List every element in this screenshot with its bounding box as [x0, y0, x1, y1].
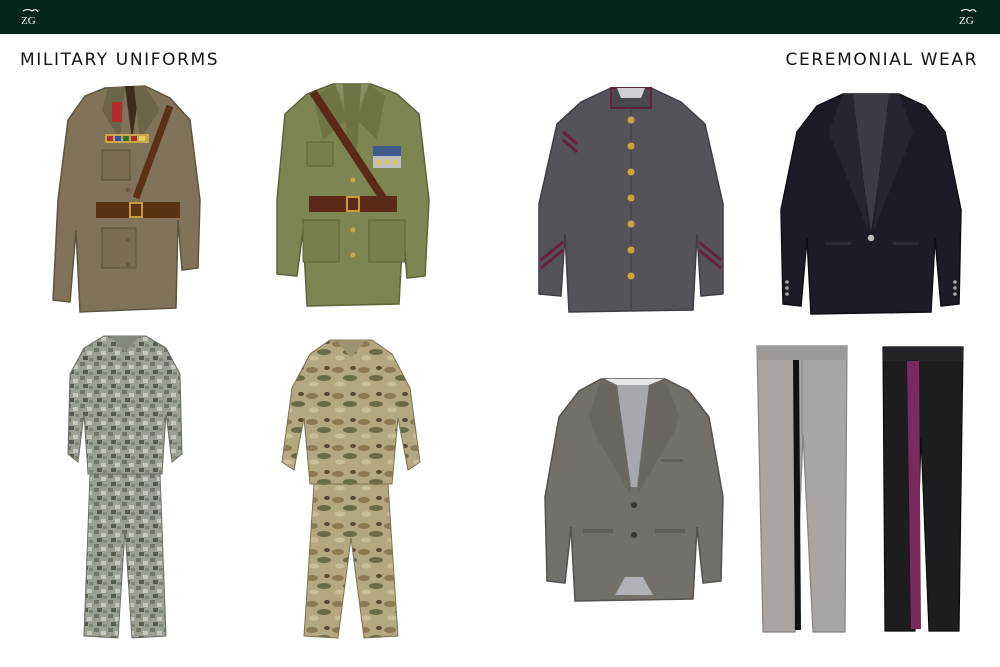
svg-text:ZG: ZG: [959, 15, 974, 27]
ceremonial-wear-title: CEREMONIAL WEAR: [785, 50, 978, 70]
black-trousers-maroon-stripe-image: [879, 345, 965, 633]
multicam-uniform-image: [280, 338, 422, 640]
olive-dress-jacket-image: [273, 80, 431, 308]
svg-text:ZG: ZG: [21, 15, 36, 27]
grey-trousers-black-stripe-image: [755, 344, 849, 634]
digital-camo-uniform-image: [66, 334, 184, 642]
military-uniforms-title: MILITARY UNIFORMS: [20, 50, 220, 70]
zg-logo: ZG: [958, 7, 978, 27]
khaki-field-jacket-image: [50, 80, 202, 318]
zg-logo: ZG: [20, 7, 40, 27]
black-blazer-image: [779, 92, 963, 316]
top-bar: ZG ZG: [0, 0, 1000, 34]
grey-tunic-image: [537, 84, 725, 316]
grey-tweed-jacket-image: [543, 377, 725, 603]
